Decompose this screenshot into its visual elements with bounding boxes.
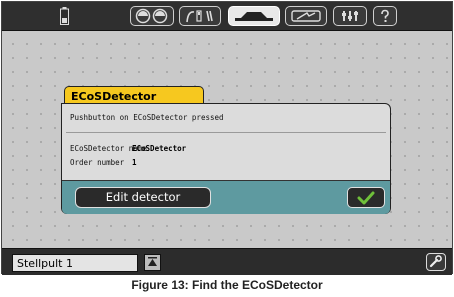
panel-name-field[interactable]: Stellpult 1	[12, 254, 138, 272]
wrench-icon	[429, 255, 442, 268]
switchboard-button[interactable]	[333, 6, 367, 26]
speedometer-icon	[135, 8, 168, 24]
settings-button[interactable]	[426, 253, 446, 271]
figure-caption: Figure 13: Find the ECoSDetector	[131, 278, 323, 292]
dialog-footer: Edit detector	[62, 180, 390, 214]
edit-detector-button[interactable]: Edit detector	[75, 187, 211, 208]
help-icon	[381, 9, 389, 22]
order-number-label: Order number	[70, 158, 125, 167]
track-button[interactable]	[228, 6, 280, 26]
detector-dialog: Pushbutton on ECoSDetector pressed ECoSD…	[61, 103, 391, 214]
eject-icon	[148, 257, 157, 266]
panel-select-button[interactable]	[144, 254, 161, 271]
functions-button[interactable]	[179, 6, 221, 26]
bottom-bar: Stellpult 1	[2, 248, 452, 275]
locomotive-button[interactable]	[285, 6, 327, 26]
battery-icon	[60, 7, 69, 25]
dialog-title: ECoSDetector	[64, 86, 204, 104]
detector-name-value: ECoSDetector	[132, 144, 187, 153]
functions-icon	[186, 10, 213, 23]
top-toolbar	[2, 2, 452, 31]
ecos-screen: ECoSDetector Pushbutton on ECoSDetector …	[1, 1, 453, 275]
checkmark-icon	[357, 191, 375, 204]
order-number-value: 1	[132, 158, 137, 167]
help-button[interactable]	[373, 6, 397, 26]
confirm-button[interactable]	[347, 187, 385, 208]
dialog-message: Pushbutton on ECoSDetector pressed	[70, 113, 224, 122]
speedometer-button[interactable]	[130, 6, 174, 26]
switchboard-icon	[342, 11, 358, 21]
dialog-divider	[66, 132, 386, 133]
locomotive-icon	[291, 10, 321, 22]
track-icon	[235, 12, 273, 21]
